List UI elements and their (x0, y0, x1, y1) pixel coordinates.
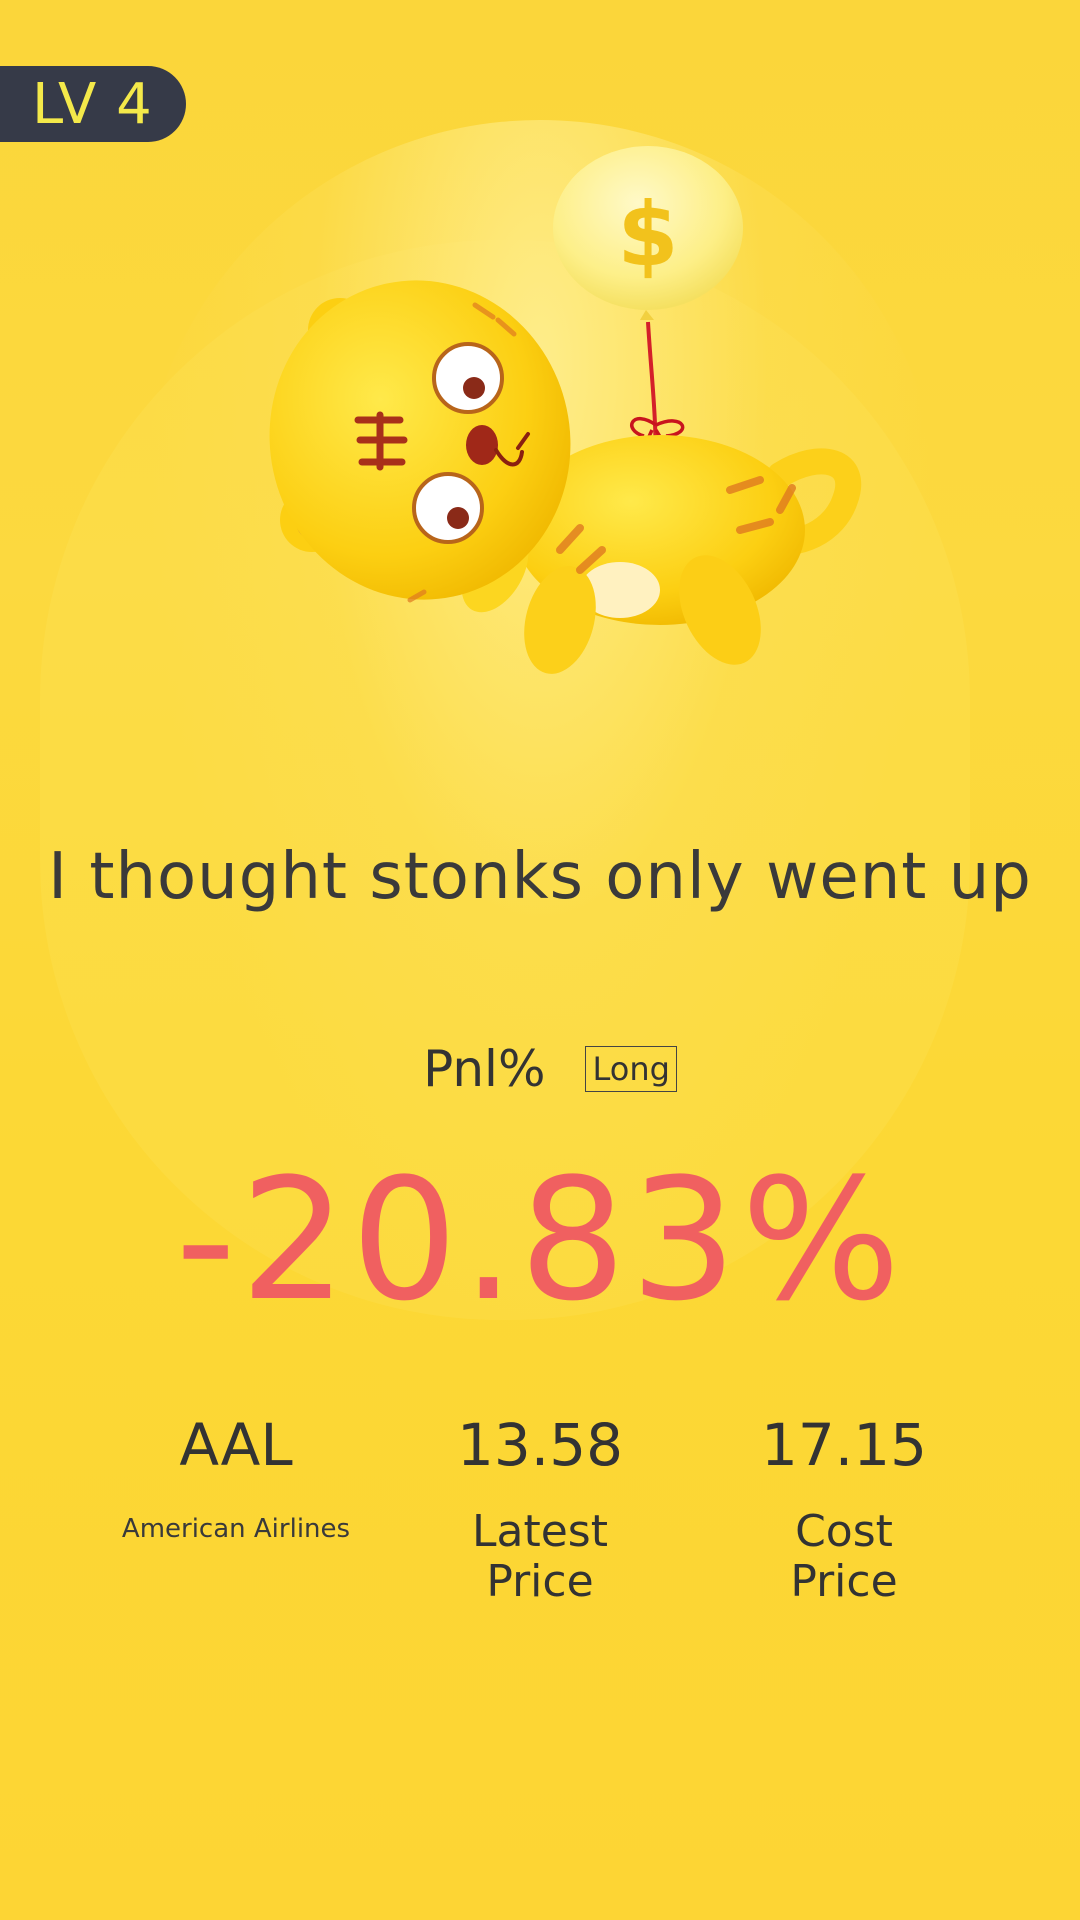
position-stats: AAL American Airlines 13.58 Latest Price… (0, 1405, 1080, 1625)
pnl-percentage: -20.83% (175, 1142, 905, 1338)
ticker-symbol: AAL (179, 1411, 293, 1479)
cost-price-label: Cost Price (684, 1507, 1004, 1607)
pnl-label: Pnl% (423, 1040, 546, 1098)
direction-badge: Long (585, 1046, 677, 1092)
latest-price-label: Latest Price (380, 1507, 700, 1607)
dollar-icon: $ (617, 183, 678, 286)
tiger-mascot-illustration: $ (260, 130, 880, 730)
pnl-header: Pnl% Long (0, 1040, 1080, 1098)
ticker-stat: AAL American Airlines (76, 1405, 396, 1545)
cost-price-label-line1: Cost (795, 1506, 893, 1557)
balloon-icon: $ (553, 146, 743, 320)
company-name: American Airlines (121, 1514, 351, 1544)
cost-price-value: 17.15 (760, 1411, 928, 1479)
latest-price-label-line1: Latest (472, 1506, 608, 1557)
latest-price-stat: 13.58 Latest Price (380, 1405, 700, 1607)
cost-price-stat: 17.15 Cost Price (684, 1405, 1004, 1607)
headline: I thought stonks only went up (48, 840, 1032, 914)
latest-price-value: 13.58 (456, 1411, 624, 1479)
latest-price-label-line2: Price (486, 1556, 594, 1607)
level-badge: LV 4 (0, 66, 186, 142)
cost-price-label-line2: Price (790, 1556, 898, 1607)
level-badge-text: LV 4 (32, 71, 153, 137)
